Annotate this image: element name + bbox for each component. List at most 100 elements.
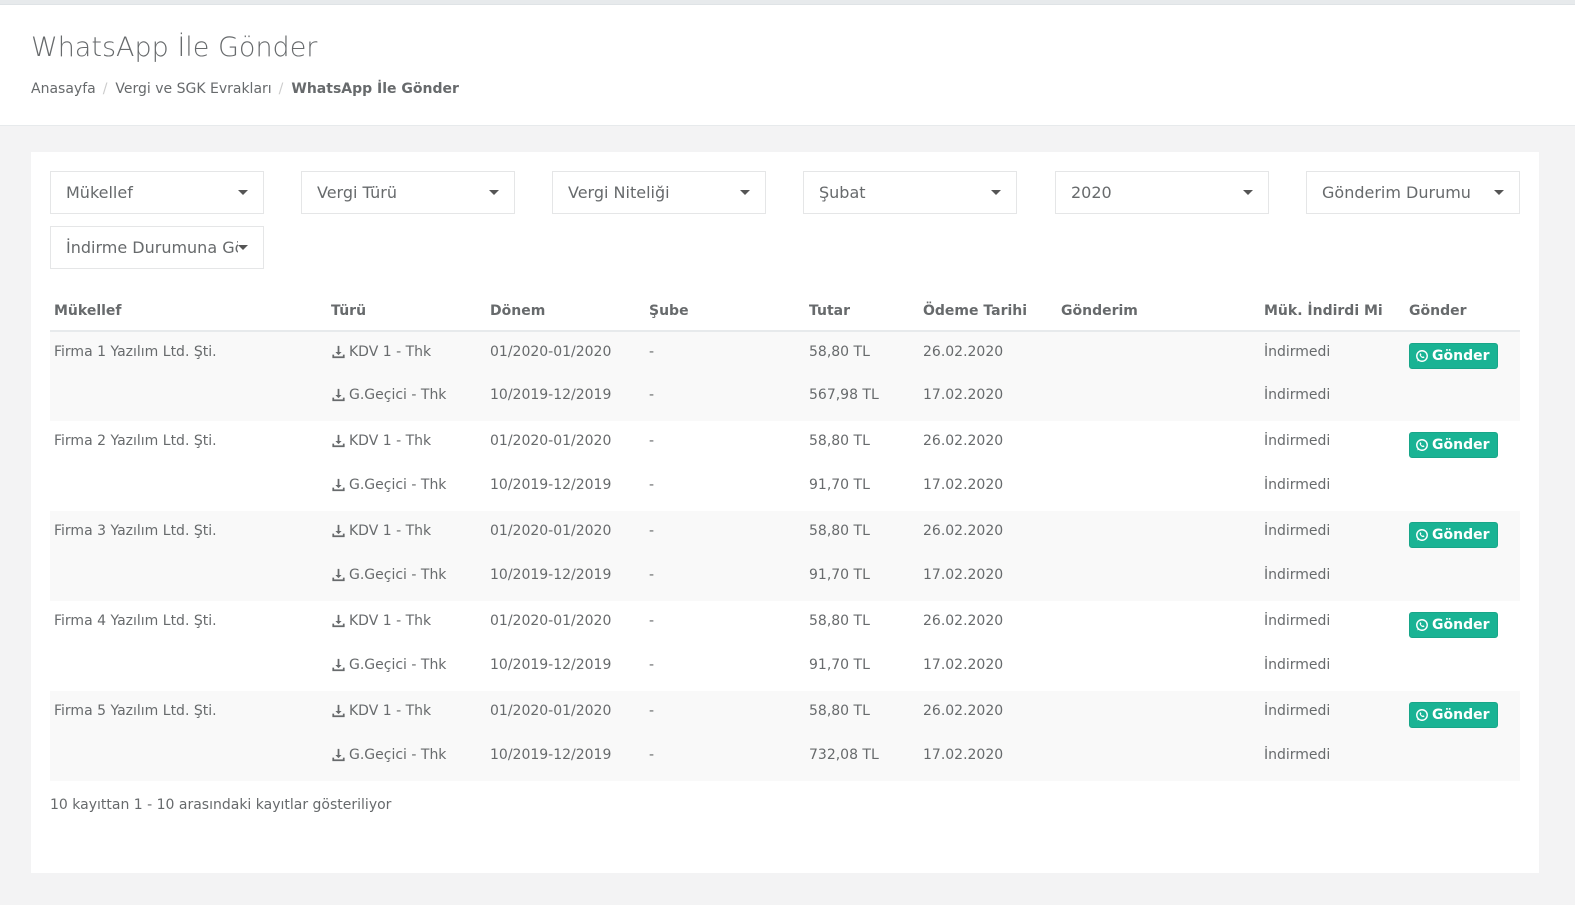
cell-gonder: Gönder [1405,331,1520,377]
gonderim-durumu-select[interactable]: Gönderim Durumu [1306,171,1520,214]
whatsapp-send-button[interactable]: Gönder [1409,522,1498,548]
cell-gonder [1405,377,1520,421]
cell-mukellef: Firma 4 Yazılım Ltd. Şti. [50,601,327,647]
breadcrumb-vergi-sgk[interactable]: Vergi ve SGK Evrakları [115,81,271,97]
cell-donem: 01/2020-01/2020 [486,511,645,557]
indirme-durumu-select-value: İndirme Durumuna Göre [66,238,238,257]
cell-mukellef [50,377,327,421]
whatsapp-send-button[interactable]: Gönder [1409,612,1498,638]
breadcrumb-separator: / [278,81,284,97]
send-button-label: Gönder [1432,707,1490,723]
indirme-durumu-select[interactable]: İndirme Durumuna Göre [50,226,264,269]
cell-gonderim [1057,421,1260,467]
header-gonder[interactable]: Gönder [1405,292,1520,332]
page-heading: WhatsApp İle Gönder Anasayfa / Vergi ve … [0,5,1575,126]
cell-sube: - [645,691,805,737]
table-row: Firma 3 Yazılım Ltd. Şti. KDV 1 - Thk 01/2… [50,511,1520,557]
yil-select[interactable]: 2020 [1055,171,1269,214]
cell-odeme-tarihi: 17.02.2020 [919,557,1057,601]
cell-indirdi-mi: İndirmedi [1260,601,1405,647]
cell-tutar: 91,70 TL [805,557,919,601]
header-gonderim[interactable]: Gönderim [1057,292,1260,332]
mukellef-name: Firma 3 Yazılım Ltd. Şti. [54,523,217,539]
cell-indirdi-mi: İndirmedi [1260,377,1405,421]
yil-select-value: 2020 [1071,183,1112,202]
cell-odeme-tarihi: 26.02.2020 [919,331,1057,377]
cell-donem: 10/2019-12/2019 [486,647,645,691]
cell-donem: 10/2019-12/2019 [486,377,645,421]
table-row: Firma 1 Yazılım Ltd. Şti. KDV 1 - Thk 01/2… [50,331,1520,377]
turu-label: G.Geçici - Thk [349,387,447,403]
header-odeme-tarihi[interactable]: Ödeme Tarihi [919,292,1057,332]
cell-sube: - [645,737,805,781]
download-link[interactable]: G.Geçici - Thk [331,747,446,763]
vergi-turu-select[interactable]: Vergi Türü [301,171,515,214]
download-link[interactable]: KDV 1 - Thk [331,344,431,360]
breadcrumb-home[interactable]: Anasayfa [31,81,96,97]
download-link[interactable]: KDV 1 - Thk [331,523,431,539]
whatsapp-icon [1415,528,1429,542]
cell-sube: - [645,467,805,511]
send-button-label: Gönder [1432,617,1490,633]
cell-indirdi-mi: İndirmedi [1260,737,1405,781]
download-icon [331,388,346,402]
send-button-label: Gönder [1432,527,1490,543]
cell-donem: 10/2019-12/2019 [486,557,645,601]
turu-label: KDV 1 - Thk [349,523,432,539]
table-row: G.Geçici - Thk 10/2019-12/2019-567,98 TL 1… [50,377,1520,421]
cell-indirdi-mi: İndirmedi [1260,331,1405,377]
header-donem[interactable]: Dönem [486,292,645,332]
whatsapp-send-button[interactable]: Gönder [1409,343,1498,369]
header-tutar[interactable]: Tutar [805,292,919,332]
cell-odeme-tarihi: 17.02.2020 [919,467,1057,511]
whatsapp-icon [1415,708,1429,722]
download-link[interactable]: G.Geçici - Thk [331,567,446,583]
ay-select[interactable]: Şubat [803,171,1017,214]
table-info: 10 kayıttan 1 - 10 arasındaki kayıtlar g… [50,797,392,813]
whatsapp-icon [1415,349,1429,363]
cell-indirdi-mi: İndirmedi [1260,557,1405,601]
vergi-niteligi-select[interactable]: Vergi Niteliği [552,171,766,214]
header-turu[interactable]: Türü [327,292,486,332]
cell-tutar: 91,70 TL [805,647,919,691]
header-indirdi-mi[interactable]: Mük. İndirdi Mi [1260,292,1405,332]
download-link[interactable]: G.Geçici - Thk [331,477,446,493]
header-mukellef[interactable]: Mükellef [50,292,327,332]
cell-tutar: 58,80 TL [805,691,919,737]
cell-gonderim [1057,377,1260,421]
header-sube[interactable]: Şube [645,292,805,332]
cell-turu: G.Geçici - Thk [327,377,486,421]
download-icon [331,434,346,448]
caret-down-icon [238,190,248,195]
cell-gonder [1405,737,1520,781]
download-link[interactable]: G.Geçici - Thk [331,657,446,673]
download-icon [331,614,346,628]
cell-gonderim [1057,647,1260,691]
cell-sube: - [645,377,805,421]
cell-gonderim [1057,601,1260,647]
cell-sube: - [645,511,805,557]
mukellef-select-value: Mükellef [66,183,133,202]
cell-tutar: 567,98 TL [805,377,919,421]
cell-tutar: 58,80 TL [805,601,919,647]
whatsapp-send-button[interactable]: Gönder [1409,432,1498,458]
cell-tutar: 58,80 TL [805,421,919,467]
cell-odeme-tarihi: 26.02.2020 [919,691,1057,737]
cell-indirdi-mi: İndirmedi [1260,467,1405,511]
download-icon [331,748,346,762]
download-icon [331,568,346,582]
cell-turu: KDV 1 - Thk [327,331,486,377]
download-icon [331,704,346,718]
cell-donem: 10/2019-12/2019 [486,467,645,511]
whatsapp-send-button[interactable]: Gönder [1409,702,1498,728]
cell-sube: - [645,601,805,647]
download-link[interactable]: KDV 1 - Thk [331,703,431,719]
mukellef-select[interactable]: Mükellef [50,171,264,214]
download-icon [331,524,346,538]
download-link[interactable]: KDV 1 - Thk [331,613,431,629]
cell-turu: G.Geçici - Thk [327,467,486,511]
download-link[interactable]: G.Geçici - Thk [331,387,446,403]
whatsapp-icon [1415,618,1429,632]
download-link[interactable]: KDV 1 - Thk [331,433,431,449]
send-button-label: Gönder [1432,437,1490,453]
